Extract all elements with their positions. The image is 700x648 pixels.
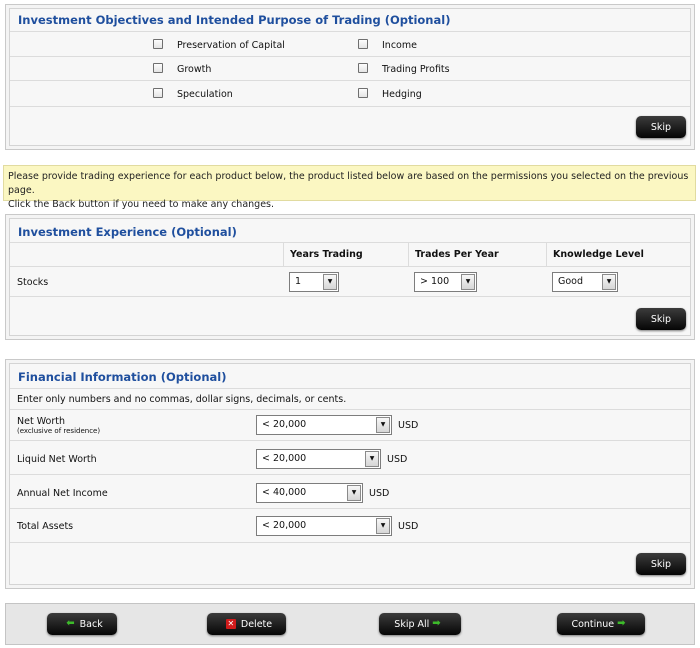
investment-objectives-title: Investment Objectives and Intended Purpo… xyxy=(18,13,451,27)
financial-information-panel: Financial Information (Optional) Enter o… xyxy=(5,359,695,589)
financial-skip-button[interactable]: Skip xyxy=(636,553,686,575)
financial-instructions: Enter only numbers and no commas, dollar… xyxy=(17,394,347,405)
chevron-down-icon: ▼ xyxy=(461,274,475,290)
back-button[interactable]: ⬅ Back xyxy=(47,613,117,635)
back-label: Back xyxy=(79,618,103,630)
years-trading-header: Years Trading xyxy=(290,249,363,260)
growth-label: Growth xyxy=(177,64,212,75)
net-worth-sublabel: (exclusive of residence) xyxy=(17,427,101,435)
trading-profits-checkbox[interactable] xyxy=(358,63,368,73)
delete-label: Delete xyxy=(240,618,273,630)
divider xyxy=(10,80,690,81)
continue-label: Continue xyxy=(571,618,615,630)
knowledge-level-header: Knowledge Level xyxy=(553,249,644,260)
chevron-down-icon: ▼ xyxy=(376,518,390,534)
notice-line-1: Please provide trading experience for ea… xyxy=(8,171,689,196)
total-assets-select[interactable]: < 20,000 ▼ xyxy=(256,516,392,536)
divider xyxy=(10,31,690,32)
divider xyxy=(10,388,690,389)
trades-per-year-select[interactable]: > 100 ▼ xyxy=(414,272,477,292)
continue-button[interactable]: Continue ➡ xyxy=(557,613,645,635)
chevron-down-icon: ▼ xyxy=(602,274,616,290)
trading-profits-label: Trading Profits xyxy=(382,64,450,75)
financial-information-title: Financial Information (Optional) xyxy=(18,370,227,384)
annual-net-income-select[interactable]: < 40,000 ▼ xyxy=(256,483,363,503)
notice-line-2: Click the Back button if you need to mak… xyxy=(8,199,275,210)
divider xyxy=(10,266,690,267)
total-assets-label: Total Assets xyxy=(17,521,74,532)
preservation-checkbox[interactable] xyxy=(153,39,163,49)
knowledge-level-select[interactable]: Good ▼ xyxy=(552,272,618,292)
divider xyxy=(10,296,690,297)
objectives-skip-button[interactable]: Skip xyxy=(636,116,686,138)
column-divider xyxy=(546,242,547,266)
trades-per-year-header: Trades Per Year xyxy=(415,249,499,260)
footer-navigation: ⬅ Back ✕ Delete Skip All ➡ Continue ➡ xyxy=(5,603,695,645)
net-worth-select[interactable]: < 20,000 ▼ xyxy=(256,415,392,435)
net-worth-unit: USD xyxy=(398,420,419,431)
knowledge-level-value: Good xyxy=(558,276,584,287)
product-stocks-label: Stocks xyxy=(17,277,49,288)
chevron-down-icon: ▼ xyxy=(323,274,337,290)
skip-all-label: Skip All xyxy=(394,618,430,630)
left-arrow-icon: ⬅ xyxy=(66,618,75,629)
x-icon: ✕ xyxy=(225,619,236,629)
skip-all-button[interactable]: Skip All ➡ xyxy=(379,613,461,635)
right-arrow-icon: ➡ xyxy=(617,618,626,629)
experience-skip-button[interactable]: Skip xyxy=(636,308,686,330)
years-trading-value: 1 xyxy=(295,276,302,287)
investment-experience-panel: Investment Experience (Optional) Years T… xyxy=(5,214,695,340)
column-divider xyxy=(283,242,284,266)
divider xyxy=(10,440,690,441)
column-divider xyxy=(408,242,409,266)
speculation-checkbox[interactable] xyxy=(153,88,163,98)
income-checkbox[interactable] xyxy=(358,39,368,49)
investment-experience-title: Investment Experience (Optional) xyxy=(18,225,237,239)
liquid-net-worth-label: Liquid Net Worth xyxy=(17,454,97,465)
annual-net-income-label: Annual Net Income xyxy=(17,488,108,499)
divider xyxy=(10,409,690,410)
years-trading-select[interactable]: 1 ▼ xyxy=(289,272,339,292)
divider xyxy=(10,242,690,243)
annual-net-income-value: < 40,000 xyxy=(262,487,307,498)
divider xyxy=(10,474,690,475)
total-assets-value: < 20,000 xyxy=(262,520,307,531)
investment-objectives-panel: Investment Objectives and Intended Purpo… xyxy=(5,4,695,150)
hedging-checkbox[interactable] xyxy=(358,88,368,98)
liquid-net-worth-unit: USD xyxy=(387,454,408,465)
trading-experience-notice: Please provide trading experience for ea… xyxy=(3,165,696,210)
divider xyxy=(10,106,690,107)
right-arrow-icon: ➡ xyxy=(432,618,441,629)
net-worth-value: < 20,000 xyxy=(262,419,307,430)
income-label: Income xyxy=(382,40,417,51)
trades-per-year-value: > 100 xyxy=(420,276,450,287)
panel-inner: Financial Information (Optional) Enter o… xyxy=(9,363,691,585)
divider xyxy=(10,56,690,57)
chevron-down-icon: ▼ xyxy=(376,417,390,433)
growth-checkbox[interactable] xyxy=(153,63,163,73)
net-worth-label: Net Worth xyxy=(17,416,65,427)
annual-net-income-unit: USD xyxy=(369,488,390,499)
divider xyxy=(10,508,690,509)
liquid-net-worth-value: < 20,000 xyxy=(262,453,307,464)
divider xyxy=(10,542,690,543)
panel-inner: Investment Experience (Optional) Years T… xyxy=(9,218,691,336)
panel-inner: Investment Objectives and Intended Purpo… xyxy=(9,8,691,146)
delete-button[interactable]: ✕ Delete xyxy=(207,613,286,635)
preservation-label: Preservation of Capital xyxy=(177,40,285,51)
liquid-net-worth-select[interactable]: < 20,000 ▼ xyxy=(256,449,381,469)
chevron-down-icon: ▼ xyxy=(347,485,361,501)
chevron-down-icon: ▼ xyxy=(365,451,379,467)
speculation-label: Speculation xyxy=(177,89,233,100)
total-assets-unit: USD xyxy=(398,521,419,532)
hedging-label: Hedging xyxy=(382,89,422,100)
